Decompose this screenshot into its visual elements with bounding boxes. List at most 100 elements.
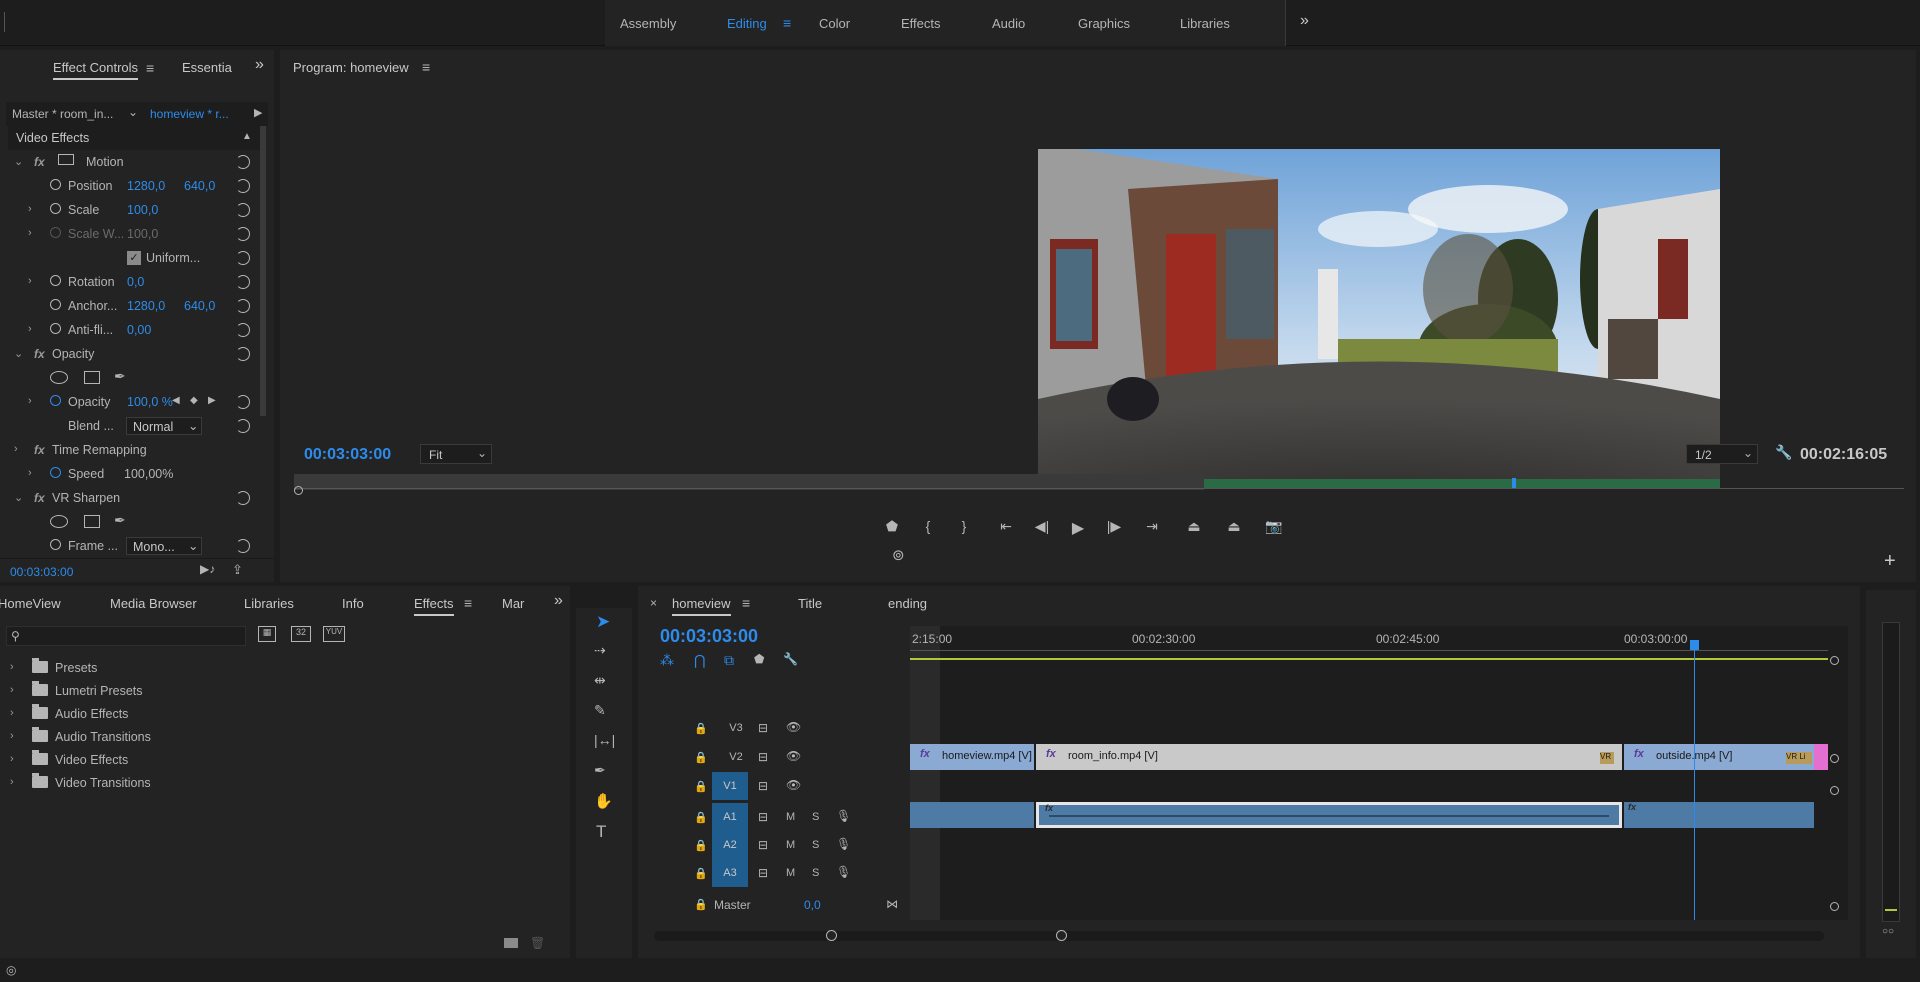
motion-transform-icon[interactable] bbox=[58, 154, 74, 165]
clip-pink-end[interactable] bbox=[1814, 744, 1828, 770]
stopwatch-icon[interactable] bbox=[50, 203, 61, 214]
source-patch-a2[interactable]: A2 bbox=[712, 831, 748, 859]
ripple-edit-tool-icon[interactable]: ⇹ bbox=[594, 672, 606, 689]
close-icon[interactable]: × bbox=[650, 596, 657, 610]
stopwatch-icon[interactable] bbox=[50, 539, 61, 550]
list-item[interactable]: › Audio Transitions bbox=[0, 725, 560, 748]
playhead-timecode[interactable]: 00:03:03:00 bbox=[304, 446, 391, 464]
zoom-handle-right[interactable] bbox=[1056, 930, 1067, 941]
sequence-clip-label[interactable]: homeview * r... bbox=[150, 107, 229, 121]
export-icon[interactable]: ⇪ bbox=[232, 562, 243, 578]
lock-icon[interactable]: 🔒 bbox=[694, 898, 708, 911]
more-panels-icon[interactable]: » bbox=[554, 592, 563, 610]
lock-icon[interactable]: 🔒 bbox=[694, 867, 708, 880]
vertical-scroll-handle[interactable] bbox=[1830, 656, 1839, 665]
mute-button[interactable]: M bbox=[786, 839, 795, 851]
more-workspaces-icon[interactable]: » bbox=[1300, 12, 1309, 30]
export-frame-icon[interactable]: 📷 bbox=[1262, 518, 1286, 542]
reset-icon[interactable] bbox=[236, 251, 250, 265]
list-item[interactable]: › Lumetri Presets bbox=[0, 679, 560, 702]
solo-button[interactable]: S bbox=[812, 839, 819, 851]
chevron-right-icon[interactable]: › bbox=[28, 323, 32, 335]
rectangle-mask-icon[interactable] bbox=[84, 515, 100, 528]
panel-menu-icon[interactable]: ≡ bbox=[464, 595, 472, 611]
pen-mask-icon[interactable]: ✒ bbox=[114, 368, 126, 385]
tab-homeview[interactable]: HomeView bbox=[0, 596, 61, 611]
resolution-select[interactable]: 1/2 ⌄ bbox=[1686, 444, 1758, 464]
sync-lock-icon[interactable]: ⊟ bbox=[758, 810, 768, 824]
tab-media-browser[interactable]: Media Browser bbox=[110, 596, 197, 611]
audio-clip-outside[interactable]: fx bbox=[1624, 802, 1814, 828]
vr-transition-badge[interactable]: VR Li bbox=[1786, 752, 1812, 764]
time-remapping-row[interactable]: › fx Time Remapping bbox=[0, 438, 258, 462]
effect-controls-timecode[interactable]: 00:03:03:00 bbox=[10, 565, 73, 579]
add-marker-icon[interactable]: ⬟ bbox=[880, 518, 904, 542]
program-video-frame[interactable] bbox=[1038, 149, 1720, 489]
go-to-end-icon[interactable]: ⋈ bbox=[886, 897, 898, 911]
eye-icon[interactable]: 👁 bbox=[786, 778, 801, 792]
vr-video-toggle-icon[interactable]: ⊚ bbox=[892, 546, 905, 564]
panel-menu-icon[interactable]: ≡ bbox=[422, 59, 430, 75]
microphone-icon[interactable]: 🎙 bbox=[836, 837, 851, 851]
razor-tool-icon[interactable]: ✎ bbox=[594, 702, 606, 719]
mark-in-icon[interactable]: { bbox=[916, 518, 940, 542]
opacity-group-row[interactable]: ⌄ fx Opacity bbox=[0, 342, 258, 366]
lock-icon[interactable]: 🔒 bbox=[694, 722, 708, 735]
type-tool-icon[interactable]: T bbox=[596, 822, 606, 842]
workspace-tab-audio[interactable]: Audio bbox=[992, 16, 1025, 31]
clip-outside[interactable]: fx outside.mp4 [V] VR Li bbox=[1624, 744, 1814, 770]
reset-icon[interactable] bbox=[236, 179, 250, 193]
clip-homeview[interactable]: fx homeview.mp4 [V] bbox=[910, 744, 1034, 770]
fx-icon[interactable]: fx bbox=[34, 155, 45, 169]
step-back-icon[interactable]: ◀| bbox=[1030, 518, 1054, 542]
selection-tool-icon[interactable]: ➤ bbox=[596, 612, 610, 632]
position-y-value[interactable]: 640,0 bbox=[184, 179, 215, 193]
step-forward-icon[interactable]: |▶ bbox=[1102, 518, 1126, 542]
stopwatch-icon[interactable] bbox=[50, 179, 61, 190]
rotation-value[interactable]: 0,0 bbox=[127, 275, 144, 289]
play-icon[interactable]: ▶ bbox=[1066, 518, 1090, 542]
chevron-down-icon[interactable]: ⌄ bbox=[14, 347, 23, 360]
workspace-tab-editing[interactable]: Editing bbox=[727, 16, 767, 31]
anchor-y-value[interactable]: 640,0 bbox=[184, 299, 215, 313]
panel-menu-icon[interactable]: ≡ bbox=[742, 595, 750, 611]
wrench-icon[interactable]: 🔧 bbox=[783, 652, 798, 666]
lock-icon[interactable]: 🔒 bbox=[694, 811, 708, 824]
chevron-right-icon[interactable]: › bbox=[28, 395, 32, 407]
eye-icon[interactable]: 👁 bbox=[786, 720, 801, 734]
sync-lock-icon[interactable]: ⊟ bbox=[758, 779, 768, 793]
anchor-x-value[interactable]: 1280,0 bbox=[127, 299, 165, 313]
pen-mask-icon[interactable]: ✒ bbox=[114, 512, 126, 529]
reset-icon[interactable] bbox=[236, 299, 250, 313]
audio-clip-homeview[interactable] bbox=[910, 802, 1034, 828]
wrench-icon[interactable]: 🔧 bbox=[1775, 444, 1792, 461]
mute-button[interactable]: M bbox=[786, 811, 795, 823]
chevron-right-icon[interactable]: › bbox=[10, 753, 14, 765]
scale-value[interactable]: 100,0 bbox=[127, 203, 158, 217]
track-select-tool-icon[interactable]: ⇢ bbox=[594, 642, 606, 659]
scrollbar[interactable] bbox=[260, 126, 266, 416]
chevron-right-icon[interactable]: › bbox=[10, 684, 14, 696]
reset-icon[interactable] bbox=[236, 227, 250, 241]
insert-sequence-icon[interactable]: ⧉ bbox=[724, 652, 734, 669]
workspace-tab-assembly[interactable]: Assembly bbox=[620, 16, 676, 31]
snap-icon[interactable]: ⁂ bbox=[660, 652, 674, 669]
reset-icon[interactable] bbox=[236, 419, 250, 433]
position-x-value[interactable]: 1280,0 bbox=[127, 179, 165, 193]
reset-icon[interactable] bbox=[236, 155, 250, 169]
vertical-scroll-handle[interactable] bbox=[1830, 786, 1839, 795]
previous-keyframe-icon[interactable]: ◀ bbox=[172, 395, 180, 406]
sync-lock-icon[interactable]: ⊟ bbox=[758, 750, 768, 764]
add-marker-icon[interactable]: ⬟ bbox=[754, 652, 764, 666]
chevron-right-icon[interactable]: › bbox=[10, 661, 14, 673]
go-to-in-icon[interactable]: ⇤ bbox=[994, 518, 1018, 542]
chevron-right-icon[interactable]: › bbox=[28, 275, 32, 287]
background-tasks-icon[interactable]: ◎ bbox=[6, 963, 16, 977]
more-panels-icon[interactable]: » bbox=[255, 56, 264, 74]
sync-lock-icon[interactable]: ⊟ bbox=[758, 866, 768, 880]
button-editor-plus-icon[interactable]: + bbox=[1884, 550, 1896, 573]
sync-lock-icon[interactable]: ⊟ bbox=[758, 721, 768, 735]
ellipse-mask-icon[interactable] bbox=[50, 515, 68, 528]
solo-button[interactable]: S bbox=[812, 867, 819, 879]
yuv-effects-icon[interactable]: YUV bbox=[323, 626, 345, 642]
